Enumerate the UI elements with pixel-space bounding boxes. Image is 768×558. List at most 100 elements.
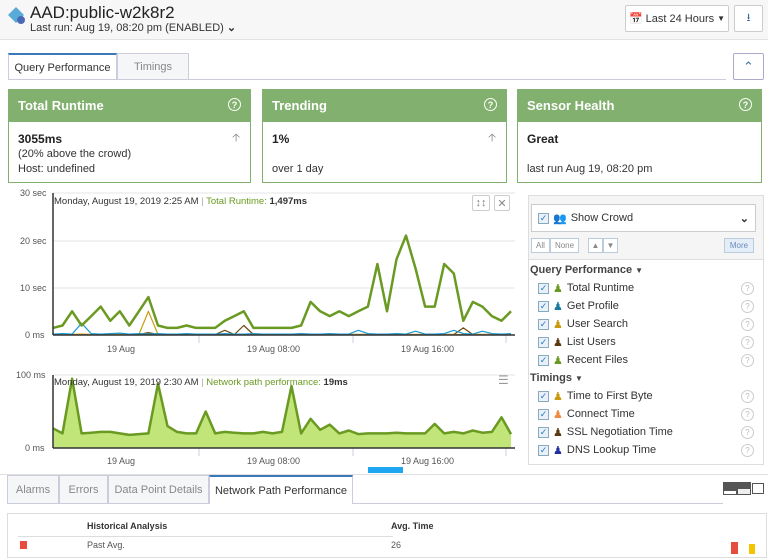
tab-divider	[353, 503, 723, 504]
chevron-down-icon: ⌄	[740, 212, 749, 225]
runtime-chart[interactable]: 30 sec 20 sec 10 sec 0 ms 19 Aug 19 Aug …	[0, 186, 520, 358]
series-panel: ✓ 👥 Show Crowd ⌄ All None ▲ ▼ More Query Pe…	[528, 195, 764, 465]
card-value: Great	[527, 132, 558, 146]
help-icon[interactable]: ?	[741, 318, 754, 331]
help-icon[interactable]: ?	[741, 282, 754, 295]
tab-network-path-performance[interactable]: Network Path Performance	[209, 475, 353, 504]
select-none-button[interactable]: None	[550, 238, 579, 253]
series-label: Recent Files	[567, 354, 628, 366]
card-value: 3055ms	[18, 132, 62, 146]
series-item[interactable]: ✓♟DNS Lookup Time?	[538, 442, 760, 458]
series-item[interactable]: ✓♟List Users?	[538, 334, 760, 350]
chart-menu-icon[interactable]: ☰	[498, 378, 509, 383]
row-value: 26	[391, 540, 401, 550]
caret-up-icon: ▲	[592, 241, 600, 250]
tab-query-performance[interactable]: Query Performance	[8, 53, 117, 80]
scrollbar-handle[interactable]	[368, 467, 403, 473]
card-trending: Trending? 1% 🡡 over 1 day	[262, 89, 507, 183]
series-item[interactable]: ✓♟User Search?	[538, 316, 760, 332]
layout-full-icon[interactable]	[752, 483, 764, 494]
help-icon[interactable]: ?	[741, 336, 754, 349]
arrow-up-icon: 🡡	[232, 129, 240, 148]
tab-alarms[interactable]: Alarms	[7, 475, 59, 504]
series-item[interactable]: ✓♟Total Runtime?	[538, 280, 760, 296]
tab-data-point-details[interactable]: Data Point Details	[108, 475, 209, 504]
card-period: over 1 day	[272, 163, 323, 175]
help-icon[interactable]: ?	[739, 98, 752, 111]
row-label: Past Avg.	[87, 540, 125, 550]
checkbox[interactable]: ✓	[538, 391, 549, 402]
card-total-runtime: Total Runtime? 3055ms 🡡 (20% above the c…	[8, 89, 251, 183]
series-item[interactable]: ✓ ♟ SSL Negotiation Time?	[538, 424, 760, 440]
checkbox[interactable]: ✓	[538, 213, 549, 224]
network-chart[interactable]: 100 ms 0 ms 19 Aug 19 Aug 08:00 19 Aug 1…	[0, 368, 520, 468]
last-run-status[interactable]: Last run: Aug 19, 08:20 pm (ENABLED) ⌄	[30, 21, 236, 34]
help-icon[interactable]: ?	[741, 300, 754, 313]
chevron-down-icon: ⌄	[227, 22, 236, 34]
series-area	[53, 379, 511, 448]
header: AAD:public-w2k8r2 Last run: Aug 19, 08:2…	[0, 0, 768, 40]
collapse-button[interactable]: ⌃	[733, 53, 764, 80]
crowd-icon: 👥	[553, 212, 567, 225]
move-up-button[interactable]: ▲	[588, 238, 603, 253]
bar-mark	[731, 542, 738, 554]
sensor-logo-icon	[7, 6, 27, 26]
card-title: Trending	[272, 98, 327, 114]
group-header[interactable]: Query Performance ▼	[530, 264, 643, 276]
tab-timings[interactable]: Timings	[117, 53, 189, 80]
checkbox[interactable]: ✓	[538, 337, 549, 348]
reset-zoom-button[interactable]: ↕↕	[472, 195, 490, 211]
series-item[interactable]: ✓♟Get Profile?	[538, 298, 760, 314]
checkbox[interactable]: ✓	[538, 319, 549, 330]
download-button[interactable]: ⭳	[734, 5, 763, 32]
show-crowd-dropdown[interactable]: ✓ 👥 Show Crowd ⌄	[531, 204, 756, 232]
user-icon: ♟	[553, 408, 563, 421]
legend-swatch	[20, 541, 27, 549]
caret-down-icon: ▼	[575, 374, 583, 383]
series-item[interactable]: ✓♟Time to First Byte?	[538, 388, 760, 404]
tab-errors[interactable]: Errors	[59, 475, 108, 504]
checkbox[interactable]: ✓	[538, 283, 549, 294]
checkbox[interactable]: ✓	[538, 355, 549, 366]
checkbox[interactable]: ✓	[538, 445, 549, 456]
series-item[interactable]: ✓ ♟ Connect Time?	[538, 406, 760, 422]
help-icon[interactable]: ?	[741, 408, 754, 421]
help-icon[interactable]: ?	[741, 444, 754, 457]
header-divider	[18, 536, 393, 537]
layout-split-icon[interactable]	[738, 483, 750, 494]
history-table: Historical Analysis Avg. Time Past Avg. …	[7, 513, 767, 558]
layout-bottom-icon[interactable]	[724, 483, 736, 494]
time-range-dropdown[interactable]: 📅Last 24 Hours▼	[625, 5, 729, 32]
more-button[interactable]: More	[724, 238, 754, 253]
checkbox[interactable]: ✓	[538, 301, 549, 312]
crowd-label: Show Crowd	[571, 212, 633, 224]
help-icon[interactable]: ?	[741, 354, 754, 367]
caret-down-icon: ▼	[607, 241, 615, 250]
card-title: Sensor Health	[527, 98, 614, 114]
calendar-icon: 📅	[629, 12, 643, 25]
card-sensor-health: Sensor Health? Great last run Aug 19, 08…	[517, 89, 762, 183]
user-icon: ♟	[553, 300, 563, 313]
series-label: Connect Time	[567, 408, 635, 420]
move-down-button[interactable]: ▼	[603, 238, 618, 253]
help-icon[interactable]: ?	[228, 98, 241, 111]
help-icon[interactable]: ?	[484, 98, 497, 111]
select-all-button[interactable]: All	[531, 238, 550, 253]
series-label: SSL Negotiation Time	[567, 426, 673, 438]
help-icon[interactable]: ?	[741, 426, 754, 439]
checkbox[interactable]: ✓	[538, 427, 549, 438]
help-icon[interactable]: ?	[741, 390, 754, 403]
resize-vertical-icon: ↕↕	[476, 197, 487, 209]
user-icon: ♟	[553, 426, 563, 439]
group-header[interactable]: Timings ▼	[530, 372, 583, 384]
close-chart-button[interactable]: ✕	[494, 195, 510, 211]
checkbox[interactable]: ✓	[538, 409, 549, 420]
series-item[interactable]: ✓♟Recent Files?	[538, 352, 760, 368]
close-icon: ✕	[497, 197, 506, 210]
arrow-up-icon: 🡡	[488, 129, 496, 148]
tab-divider	[8, 79, 726, 80]
time-range-label: Last 24 Hours	[646, 13, 714, 25]
series-label: DNS Lookup Time	[567, 444, 656, 456]
series-label: Time to First Byte	[567, 390, 653, 402]
bar-mark	[749, 544, 755, 554]
